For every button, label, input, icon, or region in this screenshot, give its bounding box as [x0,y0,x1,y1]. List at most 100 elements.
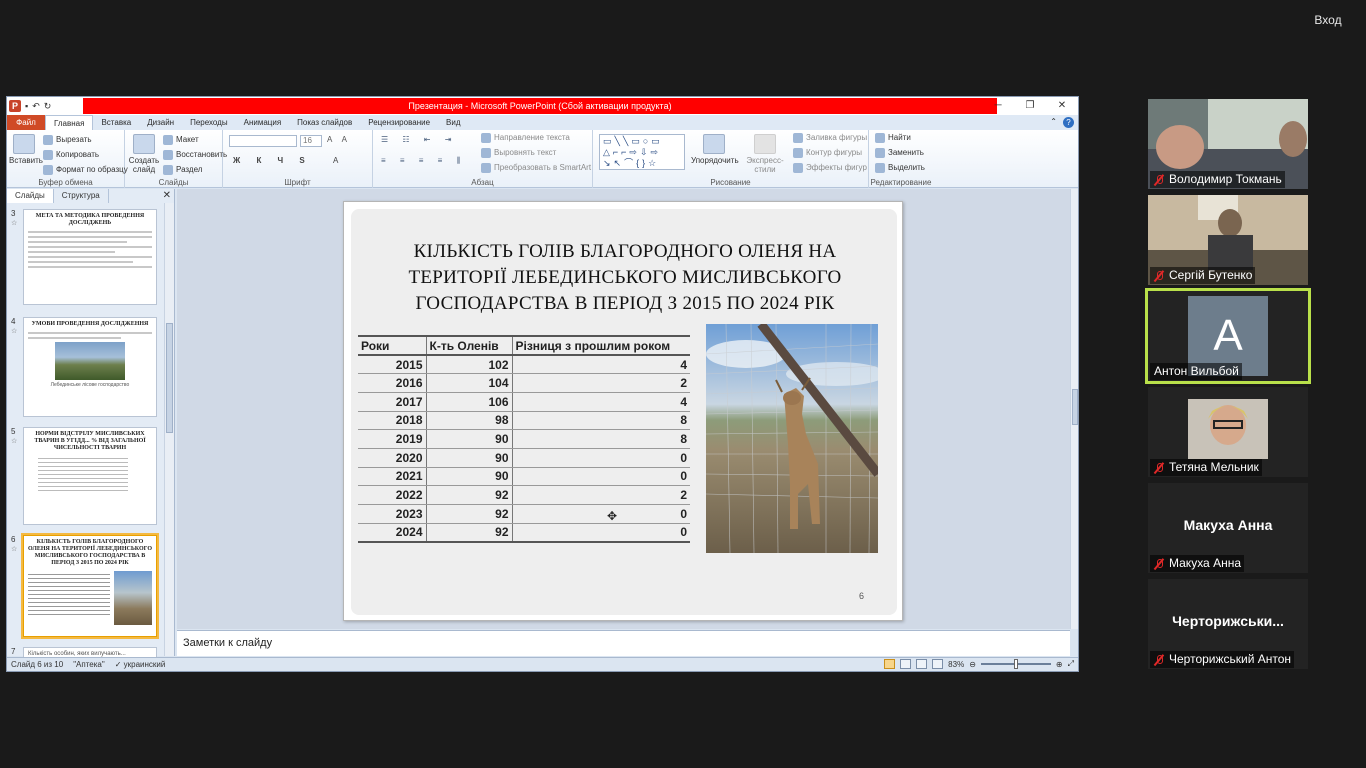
arrange-button[interactable]: Упорядочить [691,134,739,165]
text-direction-button[interactable]: Направление текста [481,133,570,143]
font-style-icons[interactable]: Ж К Ч S [233,156,312,165]
paste-button[interactable]: Вставить [9,134,43,165]
slides-panel: Слайды Структура ✕ 3 ☆ МЕТА ТА МЕТОДИКА … [7,189,175,667]
zoom-out-icon[interactable]: ⊖ [969,660,976,669]
tab-file[interactable]: Файл [7,115,45,130]
slideshow-icon[interactable] [932,659,944,669]
participant-tile[interactable]: Сергій Бутенко [1148,195,1308,285]
save-icon[interactable]: ▪ [25,101,28,111]
slides-panel-scrollbar[interactable] [164,203,174,656]
tab-design[interactable]: Дизайн [139,115,182,130]
slide-thumbnail-3[interactable]: 3 ☆ МЕТА ТА МЕТОДИКА ПРОВЕДЕННЯ ДОСЛІДЖЕ… [9,209,163,305]
login-button[interactable]: Вход [1308,9,1348,31]
close-panel-icon[interactable]: ✕ [163,190,171,201]
tab-transitions[interactable]: Переходы [182,115,236,130]
slides-panel-scroll-thumb[interactable] [166,323,173,433]
slide-canvas[interactable]: КІЛЬКІСТЬ ГОЛІВ БЛАГОРОДНОГО ОЛЕНЯ НА ТЕ… [343,201,903,621]
notes-area[interactable]: Заметки к слайду [177,630,1070,656]
tab-review[interactable]: Рецензирование [360,115,438,130]
font-name-input[interactable] [229,135,297,147]
data-table[interactable]: Роки К-ть Оленів Різниця з прошлим роком… [358,335,690,543]
participant-display-name: Макуха Анна [1183,517,1273,533]
thumb-photo [55,342,125,380]
zoom-level[interactable]: 83% [948,660,964,669]
table-cell: 2022 [358,485,427,505]
table-cell: 92 [426,504,513,524]
font-size-input[interactable]: 16 [300,135,322,147]
zoom-in-icon[interactable]: ⊕ [1056,660,1063,669]
tab-slides[interactable]: Слайды [7,189,54,203]
new-slide-button[interactable]: Создать слайд [127,134,161,174]
slide-thumbnail-4[interactable]: 4 ☆ УМОВИ ПРОВЕДЕННЯ ДОСЛІДЖЕННЯ Лебедин… [9,317,163,417]
arrange-label: Упорядочить [691,156,739,165]
align-text-button[interactable]: Выровнять текст [481,148,556,158]
thumb-number: 7 [11,647,16,656]
close-icon[interactable]: ✕ [1046,97,1078,115]
mic-off-icon [1154,462,1164,474]
slide-thumbnail-6[interactable]: 6 ☆ КІЛЬКІСТЬ ГОЛІВ БЛАГОРОДНОГО ОЛЕНЯ Н… [9,533,163,639]
table-cell: 2021 [358,467,427,487]
language-indicator[interactable]: ✓ украинский [115,660,166,669]
table-row: 2019 90 8 [358,429,690,449]
participant-tile[interactable]: Тетяна Мельник [1148,387,1308,477]
select-button[interactable]: Выделить [875,163,925,173]
reset-button[interactable]: Восстановить [163,150,227,160]
tab-slideshow[interactable]: Показ слайдов [289,115,360,130]
tab-home[interactable]: Главная [45,115,94,130]
language-label: украинский [123,660,166,669]
slide-scroll-thumb[interactable] [1072,389,1078,425]
effects-icon [793,163,803,173]
font-grow-shrink-icon[interactable]: A A [327,135,351,144]
align-text-label: Выровнять текст [494,148,557,158]
slide-title[interactable]: КІЛЬКІСТЬ ГОЛІВ БЛАГОРОДНОГО ОЛЕНЯ НА ТЕ… [365,239,885,317]
powerpoint-logo-icon[interactable]: P [9,100,21,112]
layout-button[interactable]: Макет [163,135,199,145]
format-painter-button[interactable]: Формат по образцу [43,165,128,175]
table-row: 2020 90 0 [358,448,690,468]
tab-outline[interactable]: Структура [54,189,109,203]
section-button[interactable]: Раздел [163,165,202,175]
collapse-ribbon-icon[interactable]: ⌃ [1050,117,1057,128]
fit-window-icon[interactable]: ⤢ [1068,659,1074,669]
deer-photo[interactable] [706,324,878,553]
participant-tile[interactable]: Макуха Анна Макуха Анна [1148,483,1308,573]
list-icons[interactable]: ☰ ☷ ⇤ ⇥ [381,135,457,144]
normal-view-icon[interactable] [884,659,896,669]
participant-tile-active-speaker[interactable]: A Антон Вильбой [1145,288,1311,384]
tab-view[interactable]: Вид [438,115,468,130]
help-icon[interactable]: ? [1063,117,1074,128]
shapes-gallery[interactable]: ▭╲╲▭○▭ △⌐⌐⇨⇩⇨ ↘↖⌒{}☆ [599,134,685,170]
participant-tile[interactable]: Черторижськи... Черторижський Антон [1148,579,1308,669]
tab-animation[interactable]: Анимация [236,115,290,130]
participant-tile[interactable]: Володимир Токмань [1148,99,1308,189]
tab-insert[interactable]: Вставка [93,115,139,130]
slide-scrollbar[interactable] [1070,189,1078,629]
shape-effects-button[interactable]: Эффекты фигур [793,163,867,173]
reading-view-icon[interactable] [916,659,928,669]
smartart-button[interactable]: Преобразовать в SmartArt [481,163,591,173]
shape-outline-button[interactable]: Контур фигуры [793,148,862,158]
slide-sorter-icon[interactable] [900,659,912,669]
font-group: 16 A A Ж К Ч S A Шрифт [223,130,373,188]
redo-icon[interactable]: ↻ [44,101,52,112]
quick-styles-label: Экспресс-стили [746,156,784,174]
table-cell: 106 [426,392,513,412]
font-color-icon[interactable]: A [333,156,338,165]
align-icons[interactable]: ≡ ≡ ≡ ≡ ⫼ [381,156,466,166]
fill-icon [793,133,803,143]
reset-icon [163,150,173,160]
copy-button[interactable]: Копировать [43,150,99,160]
slide-thumbnail-5[interactable]: 5 ☆ НОРМИ ВІДСТРІЛУ МИСЛИВСЬКИХ ТВАРИН В… [9,427,163,525]
maximize-icon[interactable]: ❐ [1014,97,1046,115]
quick-styles-button[interactable]: Экспресс-стили [739,134,791,174]
shape-fill-button[interactable]: Заливка фигуры [793,133,867,143]
minimize-icon[interactable]: ─ [982,97,1014,115]
zoom-slider[interactable] [980,659,1051,669]
find-button[interactable]: Найти [875,133,911,143]
undo-icon[interactable]: ↶ [32,101,40,112]
table-cell: 0 [512,467,690,487]
zoom-slider-knob[interactable] [1013,659,1018,669]
replace-button[interactable]: Заменить [875,148,924,158]
cut-button[interactable]: Вырезать [43,135,92,145]
table-cell: 98 [426,411,513,431]
